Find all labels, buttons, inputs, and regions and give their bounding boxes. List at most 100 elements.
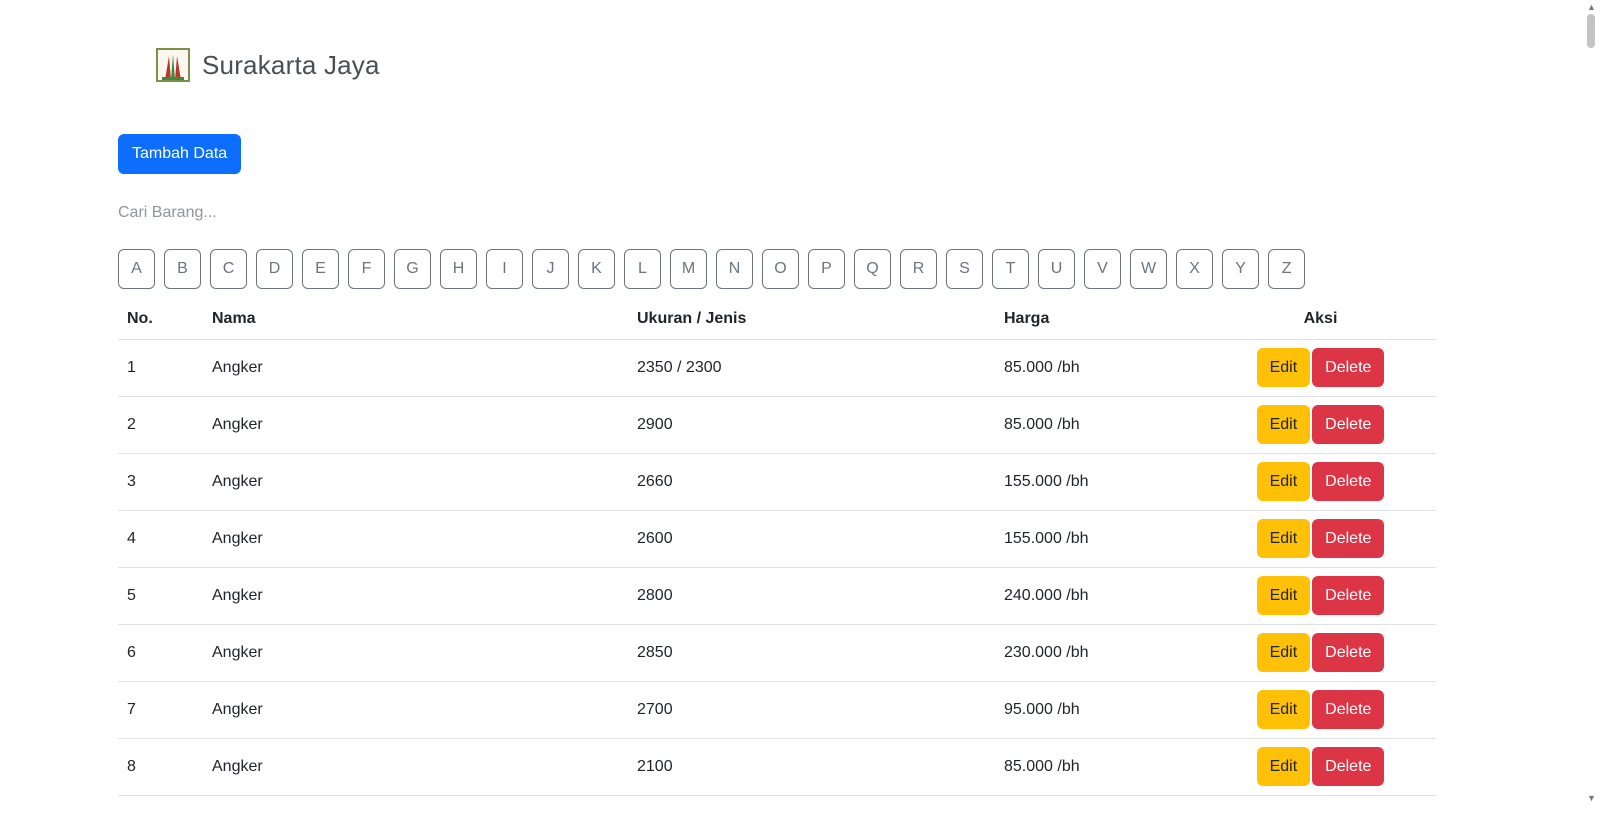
- cell-harga: 95.000 /bh: [995, 681, 1205, 739]
- page: Surakarta Jaya Tambah Data ABCDEFGHIJKLM…: [0, 0, 1600, 815]
- letter-filter-o[interactable]: O: [762, 249, 799, 289]
- letter-filter-m[interactable]: M: [670, 249, 707, 289]
- cell-harga: 155.000 /bh: [995, 510, 1205, 568]
- letter-filter-c[interactable]: C: [210, 249, 247, 289]
- cell-nama: Angker: [203, 738, 628, 796]
- letter-filter-w[interactable]: W: [1130, 249, 1168, 289]
- cell-nama: Angker: [203, 339, 628, 397]
- cell-ukuran: 2800: [628, 567, 995, 625]
- delete-button[interactable]: Delete: [1312, 747, 1385, 786]
- delete-button[interactable]: Delete: [1312, 690, 1385, 729]
- cell-nama: Angker: [203, 510, 628, 568]
- edit-button[interactable]: Edit: [1256, 633, 1311, 672]
- cell-harga: 85.000 /bh: [995, 396, 1205, 454]
- table-row: 2 Angker 2900 85.000 /bh Edit Delete: [118, 396, 1436, 454]
- cell-no: 7: [118, 681, 203, 739]
- cell-nama: Angker: [203, 396, 628, 454]
- header-no: No.: [118, 300, 203, 340]
- edit-button[interactable]: Edit: [1256, 462, 1311, 501]
- letter-filter-x[interactable]: X: [1176, 249, 1214, 289]
- letter-filter-j[interactable]: J: [532, 249, 569, 289]
- table-row: 4 Angker 2600 155.000 /bh Edit Delete: [118, 510, 1436, 568]
- letter-filter-k[interactable]: K: [578, 249, 615, 289]
- edit-button[interactable]: Edit: [1256, 405, 1311, 444]
- delete-button[interactable]: Delete: [1312, 462, 1385, 501]
- cell-no: 6: [118, 624, 203, 682]
- edit-button[interactable]: Edit: [1256, 519, 1311, 558]
- cell-ukuran: 2850: [628, 624, 995, 682]
- cell-harga: 230.000 /bh: [995, 624, 1205, 682]
- letter-filter-b[interactable]: B: [164, 249, 201, 289]
- scroll-down-icon[interactable]: ▼: [1583, 791, 1600, 805]
- cell-nama: Angker: [203, 567, 628, 625]
- letter-filter-i[interactable]: I: [486, 249, 523, 289]
- letter-filter-z[interactable]: Z: [1268, 249, 1306, 289]
- table-header-row: No. Nama Ukuran / Jenis Harga Aksi: [118, 300, 1436, 340]
- letter-filter-a[interactable]: A: [118, 249, 155, 289]
- letter-filter-n[interactable]: N: [716, 249, 753, 289]
- search-input[interactable]: [118, 198, 518, 228]
- letter-filter-r[interactable]: R: [900, 249, 937, 289]
- delete-button[interactable]: Delete: [1312, 405, 1385, 444]
- cell-ukuran: 2100: [628, 738, 995, 796]
- alphabet-filter: ABCDEFGHIJKLMNOPQRSTUVWXYZ: [118, 249, 1306, 289]
- delete-button[interactable]: Delete: [1312, 519, 1385, 558]
- cell-harga: 85.000 /bh: [995, 738, 1205, 796]
- items-table: No. Nama Ukuran / Jenis Harga Aksi 1 Angk…: [118, 300, 1436, 796]
- letter-filter-f[interactable]: F: [348, 249, 385, 289]
- letter-filter-d[interactable]: D: [256, 249, 293, 289]
- letter-filter-h[interactable]: H: [440, 249, 477, 289]
- table-row: 3 Angker 2660 155.000 /bh Edit Delete: [118, 453, 1436, 511]
- cell-aksi: Edit Delete: [1205, 453, 1436, 511]
- cell-no: 1: [118, 339, 203, 397]
- cell-aksi: Edit Delete: [1205, 738, 1436, 796]
- letter-filter-u[interactable]: U: [1038, 249, 1075, 289]
- cell-ukuran: 2660: [628, 453, 995, 511]
- cell-harga: 240.000 /bh: [995, 567, 1205, 625]
- cell-aksi: Edit Delete: [1205, 567, 1436, 625]
- table-row: 5 Angker 2800 240.000 /bh Edit Delete: [118, 567, 1436, 625]
- cell-ukuran: 2900: [628, 396, 995, 454]
- table-row: 6 Angker 2850 230.000 /bh Edit Delete: [118, 624, 1436, 682]
- letter-filter-v[interactable]: V: [1084, 249, 1121, 289]
- letter-filter-q[interactable]: Q: [854, 249, 891, 289]
- letter-filter-s[interactable]: S: [946, 249, 983, 289]
- letter-filter-p[interactable]: P: [808, 249, 845, 289]
- cell-no: 2: [118, 396, 203, 454]
- cell-nama: Angker: [203, 453, 628, 511]
- letter-filter-e[interactable]: E: [302, 249, 339, 289]
- edit-button[interactable]: Edit: [1256, 576, 1311, 615]
- vertical-scrollbar[interactable]: ▲ ▼: [1583, 0, 1600, 815]
- cell-ukuran: 2700: [628, 681, 995, 739]
- cell-aksi: Edit Delete: [1205, 681, 1436, 739]
- letter-filter-g[interactable]: G: [394, 249, 431, 289]
- edit-button[interactable]: Edit: [1256, 690, 1311, 729]
- cell-no: 4: [118, 510, 203, 568]
- edit-button[interactable]: Edit: [1256, 747, 1311, 786]
- cell-aksi: Edit Delete: [1205, 510, 1436, 568]
- letter-filter-l[interactable]: L: [624, 249, 661, 289]
- cell-no: 3: [118, 453, 203, 511]
- brand-name: Surakarta Jaya: [202, 49, 380, 80]
- scroll-up-icon[interactable]: ▲: [1583, 0, 1600, 14]
- header-ukuran: Ukuran / Jenis: [628, 300, 995, 340]
- letter-filter-t[interactable]: T: [992, 249, 1029, 289]
- add-data-button[interactable]: Tambah Data: [118, 134, 242, 174]
- cell-no: 5: [118, 567, 203, 625]
- scrollbar-thumb[interactable]: [1587, 14, 1595, 48]
- cell-ukuran: 2350 / 2300: [628, 339, 995, 397]
- header-nama: Nama: [203, 300, 628, 340]
- table-row: 8 Angker 2100 85.000 /bh Edit Delete: [118, 738, 1436, 796]
- edit-button[interactable]: Edit: [1256, 348, 1311, 387]
- shop-logo-icon: [156, 48, 190, 82]
- delete-button[interactable]: Delete: [1312, 348, 1385, 387]
- letter-filter-y[interactable]: Y: [1222, 249, 1260, 289]
- cell-ukuran: 2600: [628, 510, 995, 568]
- cell-aksi: Edit Delete: [1205, 624, 1436, 682]
- header-aksi: Aksi: [1205, 300, 1436, 340]
- header-harga: Harga: [995, 300, 1205, 340]
- delete-button[interactable]: Delete: [1312, 576, 1385, 615]
- brand[interactable]: Surakarta Jaya: [156, 48, 380, 82]
- table-row: 7 Angker 2700 95.000 /bh Edit Delete: [118, 681, 1436, 739]
- delete-button[interactable]: Delete: [1312, 633, 1385, 672]
